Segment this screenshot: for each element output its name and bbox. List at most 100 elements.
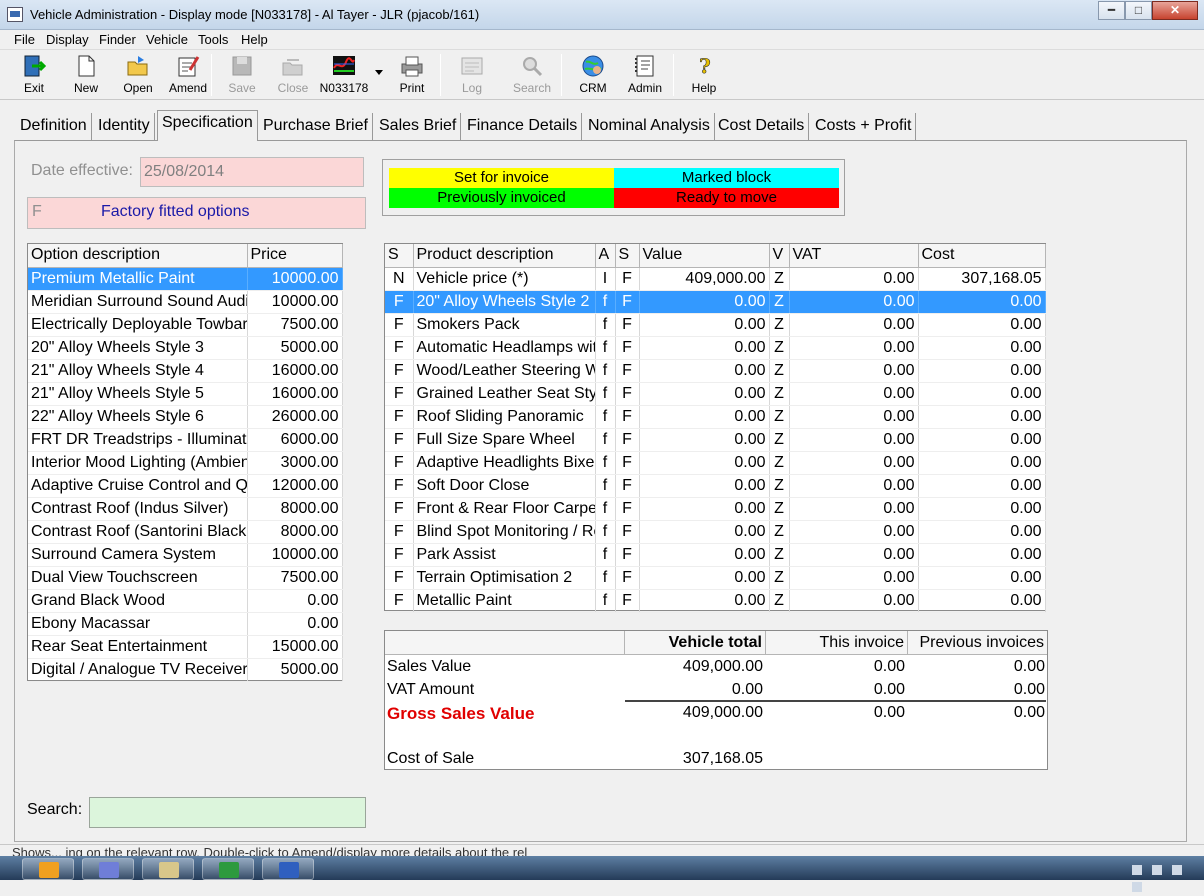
products-header-value[interactable]: Value bbox=[639, 244, 770, 268]
product-s: F bbox=[615, 290, 640, 314]
option-row[interactable]: 20" Alloy Wheels Style 3 5000.00 bbox=[28, 336, 343, 360]
product-row[interactable]: F Terrain Optimisation 2 f F 0.00 Z 0.00 0.00 bbox=[385, 566, 1046, 590]
option-row[interactable]: Grand Black Wood 0.00 bbox=[28, 589, 343, 613]
vehicle-ref-button[interactable]: N033178 bbox=[318, 52, 370, 98]
option-row[interactable]: 22" Alloy Wheels Style 6 26000.00 bbox=[28, 405, 343, 429]
option-row[interactable]: Electrically Deployable Towbar 7500.00 bbox=[28, 313, 343, 337]
totals-panel: Vehicle total This invoice Previous invo… bbox=[384, 630, 1048, 770]
products-header-a[interactable]: A bbox=[595, 244, 616, 268]
taskbar-explorer-button[interactable] bbox=[142, 858, 194, 880]
product-row[interactable]: N Vehicle price (*) I F 409,000.00 Z 0.00 307,1… bbox=[385, 267, 1046, 291]
taskbar-word-button[interactable] bbox=[262, 858, 314, 880]
crm-button[interactable]: CRM bbox=[567, 52, 619, 98]
vehicle-ref-dropdown-icon[interactable] bbox=[375, 70, 383, 75]
log-button[interactable]: Log bbox=[446, 52, 498, 98]
product-row[interactable]: F Park Assist f F 0.00 Z 0.00 0.00 bbox=[385, 543, 1046, 567]
menu-display[interactable]: Display bbox=[46, 32, 89, 47]
tray-flag-icon[interactable] bbox=[1152, 865, 1163, 875]
option-row[interactable]: Surround Camera System 10000.00 bbox=[28, 543, 343, 567]
option-row[interactable]: Adaptive Cruise Control and Qu 12000.00 bbox=[28, 474, 343, 498]
option-row[interactable]: Digital / Analogue TV Receiver 5000.00 bbox=[28, 658, 343, 682]
date-effective-field[interactable]: 25/08/2014 bbox=[140, 157, 364, 187]
tray-up-arrow-icon[interactable] bbox=[1132, 865, 1142, 875]
options-header-price[interactable]: Price bbox=[247, 244, 343, 268]
maximize-icon[interactable]: □ bbox=[1125, 1, 1152, 20]
tab-identity[interactable]: Identity bbox=[94, 113, 155, 141]
option-row[interactable]: 21" Alloy Wheels Style 5 16000.00 bbox=[28, 382, 343, 406]
taskbar-outlook-button[interactable] bbox=[22, 858, 74, 880]
tab-nominal-analysis[interactable]: Nominal Analysis bbox=[584, 113, 715, 141]
taskbar-app-m-button[interactable] bbox=[82, 858, 134, 880]
tab-definition[interactable]: Definition bbox=[16, 113, 92, 141]
open-button[interactable]: Open bbox=[112, 52, 164, 98]
option-row[interactable]: Ebony Macassar 0.00 bbox=[28, 612, 343, 636]
option-row[interactable]: Rear Seat Entertainment 15000.00 bbox=[28, 635, 343, 659]
option-row[interactable]: FRT DR Treadstrips - Illuminat 6000.00 bbox=[28, 428, 343, 452]
exit-button[interactable]: Exit bbox=[8, 52, 60, 98]
search-button[interactable]: Search bbox=[506, 52, 558, 98]
product-row[interactable]: F Front & Rear Floor Carpe f F 0.00 Z 0.00 0.00 bbox=[385, 497, 1046, 521]
product-status: F bbox=[385, 405, 414, 429]
product-row[interactable]: F Automatic Headlamps wit f F 0.00 Z 0.00 0.00 bbox=[385, 336, 1046, 360]
product-row[interactable]: F Metallic Paint f F 0.00 Z 0.00 0.00 bbox=[385, 589, 1046, 613]
product-row[interactable]: F Full Size Spare Wheel f F 0.00 Z 0.00 0.00 bbox=[385, 428, 1046, 452]
option-row[interactable]: 21" Alloy Wheels Style 4 16000.00 bbox=[28, 359, 343, 383]
product-row[interactable]: F 20" Alloy Wheels Style 2 f F 0.00 Z 0.00 0.00 bbox=[385, 290, 1046, 314]
product-row[interactable]: F Blind Spot Monitoring / Re f F 0.00 Z 0.00 0.… bbox=[385, 520, 1046, 544]
products-header-v[interactable]: V bbox=[769, 244, 790, 268]
options-grid: Option description Price Premium Metalli… bbox=[27, 243, 343, 682]
option-type-field[interactable]: F Factory fitted options bbox=[27, 197, 366, 229]
product-description: 20" Alloy Wheels Style 2 bbox=[413, 290, 596, 314]
option-type-code: F bbox=[32, 203, 42, 220]
option-row[interactable]: Premium Metallic Paint 10000.00 bbox=[28, 267, 343, 291]
tray-network-icon[interactable] bbox=[1172, 865, 1183, 875]
product-row[interactable]: F Grained Leather Seat Sty f F 0.00 Z 0.00 0.00 bbox=[385, 382, 1046, 406]
taskbar bbox=[0, 856, 1204, 892]
close-button[interactable]: Close bbox=[267, 52, 319, 98]
vat-amount-vehicle-total: 0.00 bbox=[731, 681, 763, 698]
menu-finder[interactable]: Finder bbox=[99, 32, 136, 47]
products-header-vat[interactable]: VAT bbox=[789, 244, 919, 268]
product-vat: 0.00 bbox=[789, 405, 919, 429]
products-header-status[interactable]: S bbox=[385, 244, 414, 268]
tab-sales-brief[interactable]: Sales Brief bbox=[375, 113, 462, 141]
product-row[interactable]: F Adaptive Headlights Bixer f F 0.00 Z 0.00 0.0… bbox=[385, 451, 1046, 475]
save-button[interactable]: Save bbox=[216, 52, 268, 98]
tab-costs-profit[interactable]: Costs + Profit bbox=[811, 113, 917, 141]
search-input[interactable] bbox=[89, 797, 366, 828]
menu-tools[interactable]: Tools bbox=[198, 32, 228, 47]
menu-vehicle[interactable]: Vehicle bbox=[146, 32, 188, 47]
product-status: F bbox=[385, 451, 414, 475]
tab-finance-details[interactable]: Finance Details bbox=[463, 113, 583, 141]
tray-volume-icon[interactable] bbox=[1132, 882, 1142, 892]
new-button[interactable]: New bbox=[60, 52, 112, 98]
option-row[interactable]: Interior Mood Lighting (Ambien 3000.00 bbox=[28, 451, 343, 475]
product-row[interactable]: F Roof Sliding Panoramic f F 0.00 Z 0.00 0.00 bbox=[385, 405, 1046, 429]
products-header-description[interactable]: Product description bbox=[413, 244, 596, 268]
products-header-cost[interactable]: Cost bbox=[918, 244, 1046, 268]
product-row[interactable]: F Smokers Pack f F 0.00 Z 0.00 0.00 bbox=[385, 313, 1046, 337]
tab-purchase-brief[interactable]: Purchase Brief bbox=[259, 113, 373, 141]
tab-cost-details[interactable]: Cost Details bbox=[714, 113, 810, 141]
sales-value-vehicle-total: 409,000.00 bbox=[682, 658, 763, 675]
amend-button[interactable]: Amend bbox=[162, 52, 214, 98]
option-row[interactable]: Meridian Surround Sound Audi 10000.00 bbox=[28, 290, 343, 314]
tab-specification[interactable]: Specification bbox=[157, 110, 258, 141]
taskbar-excel-button[interactable] bbox=[202, 858, 254, 880]
menu-file[interactable]: File bbox=[14, 32, 35, 47]
option-row[interactable]: Contrast Roof (Indus Silver) 8000.00 bbox=[28, 497, 343, 521]
options-header-description[interactable]: Option description bbox=[28, 244, 248, 268]
option-row[interactable]: Dual View Touchscreen 7500.00 bbox=[28, 566, 343, 590]
minimize-icon[interactable]: ━ bbox=[1098, 1, 1125, 20]
product-vat: 0.00 bbox=[789, 589, 919, 613]
products-header-s[interactable]: S bbox=[615, 244, 640, 268]
option-row[interactable]: Contrast Roof (Santorini Black 8000.00 bbox=[28, 520, 343, 544]
menu-help[interactable]: Help bbox=[241, 32, 268, 47]
close-icon[interactable]: ✕ bbox=[1152, 1, 1198, 20]
admin-button[interactable]: Admin bbox=[619, 52, 671, 98]
product-row[interactable]: F Soft Door Close f F 0.00 Z 0.00 0.00 bbox=[385, 474, 1046, 498]
product-row[interactable]: F Wood/Leather Steering Wf F 0.00 Z 0.00 0.00 bbox=[385, 359, 1046, 383]
vat-amount-this-invoice: 0.00 bbox=[873, 681, 905, 698]
print-button[interactable]: Print bbox=[386, 52, 438, 98]
help-button[interactable]: ? Help bbox=[678, 52, 730, 98]
